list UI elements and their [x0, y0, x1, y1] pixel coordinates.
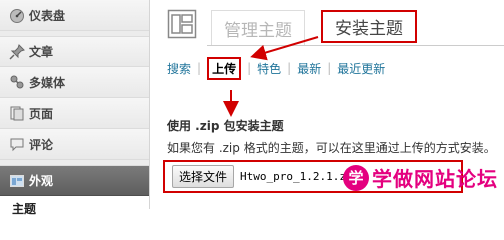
- subnav-separator: |: [197, 61, 202, 75]
- watermark-logo: 学: [343, 164, 369, 191]
- subnav-recent-link[interactable]: 最近更新: [337, 60, 385, 77]
- main-content: 管理主题 安装主题 搜索 | 上传 | 特色 | 最新 | 最近更新 使用 .z…: [151, 0, 504, 209]
- menu-item-label: 多媒体: [29, 75, 66, 90]
- page-icon: [8, 105, 25, 122]
- subnav-search-link[interactable]: 搜索: [167, 60, 191, 77]
- media-icon: [8, 74, 25, 91]
- menu-item-label: 评论: [29, 137, 54, 152]
- menu-item-label: 外观: [29, 174, 54, 188]
- subnav-featured-link[interactable]: 特色: [257, 60, 281, 77]
- submenu-item-themes[interactable]: 主题: [0, 196, 149, 220]
- appearance-icon: [8, 172, 25, 189]
- watermark-text: 学做网站论坛: [372, 167, 498, 191]
- tab-install-themes[interactable]: 安装主题: [321, 10, 417, 43]
- menu-item-label: 仪表盘: [29, 8, 66, 23]
- subnav-upload-link[interactable]: 上传: [207, 56, 242, 80]
- subnav-separator: |: [287, 61, 292, 75]
- menu-item-comments[interactable]: 评论: [0, 129, 149, 160]
- pushpin-icon: [8, 43, 25, 60]
- menu-item-posts[interactable]: 文章: [0, 36, 149, 67]
- install-subnav: 搜索 | 上传 | 特色 | 最新 | 最近更新: [167, 56, 385, 80]
- menu-item-label: 文章: [29, 45, 54, 59]
- dashboard-icon: [8, 7, 25, 24]
- themes-screen-icon: [167, 9, 197, 39]
- selected-file-name: Htwo_pro_1.2.1.zi: [240, 170, 353, 183]
- subnav-separator: |: [327, 61, 332, 75]
- upload-section-title: 使用 .zip 包安装主题: [167, 119, 284, 133]
- subnav-separator: |: [247, 61, 252, 75]
- choose-file-button[interactable]: 选择文件: [172, 165, 235, 188]
- menu-item-dashboard[interactable]: 仪表盘: [0, 0, 149, 31]
- tab-manage-themes[interactable]: 管理主题: [211, 10, 305, 45]
- menu-item-media[interactable]: 多媒体: [0, 67, 149, 98]
- menu-item-pages[interactable]: 页面: [0, 98, 149, 129]
- menu-item-appearance[interactable]: 外观: [0, 165, 149, 196]
- menu-item-label: 页面: [29, 106, 54, 121]
- site-watermark: 学 学做网站论坛: [343, 163, 498, 192]
- tabs-divider: [207, 45, 504, 46]
- subnav-newest-link[interactable]: 最新: [297, 60, 321, 77]
- upload-section-description: 如果您有 .zip 格式的主题，可以在这里通过上传的方式安装。: [167, 141, 496, 155]
- admin-sidebar: 仪表盘 文章 多媒体 页面 评论 外观 主题: [0, 0, 150, 220]
- comment-bubble-icon: [8, 136, 25, 153]
